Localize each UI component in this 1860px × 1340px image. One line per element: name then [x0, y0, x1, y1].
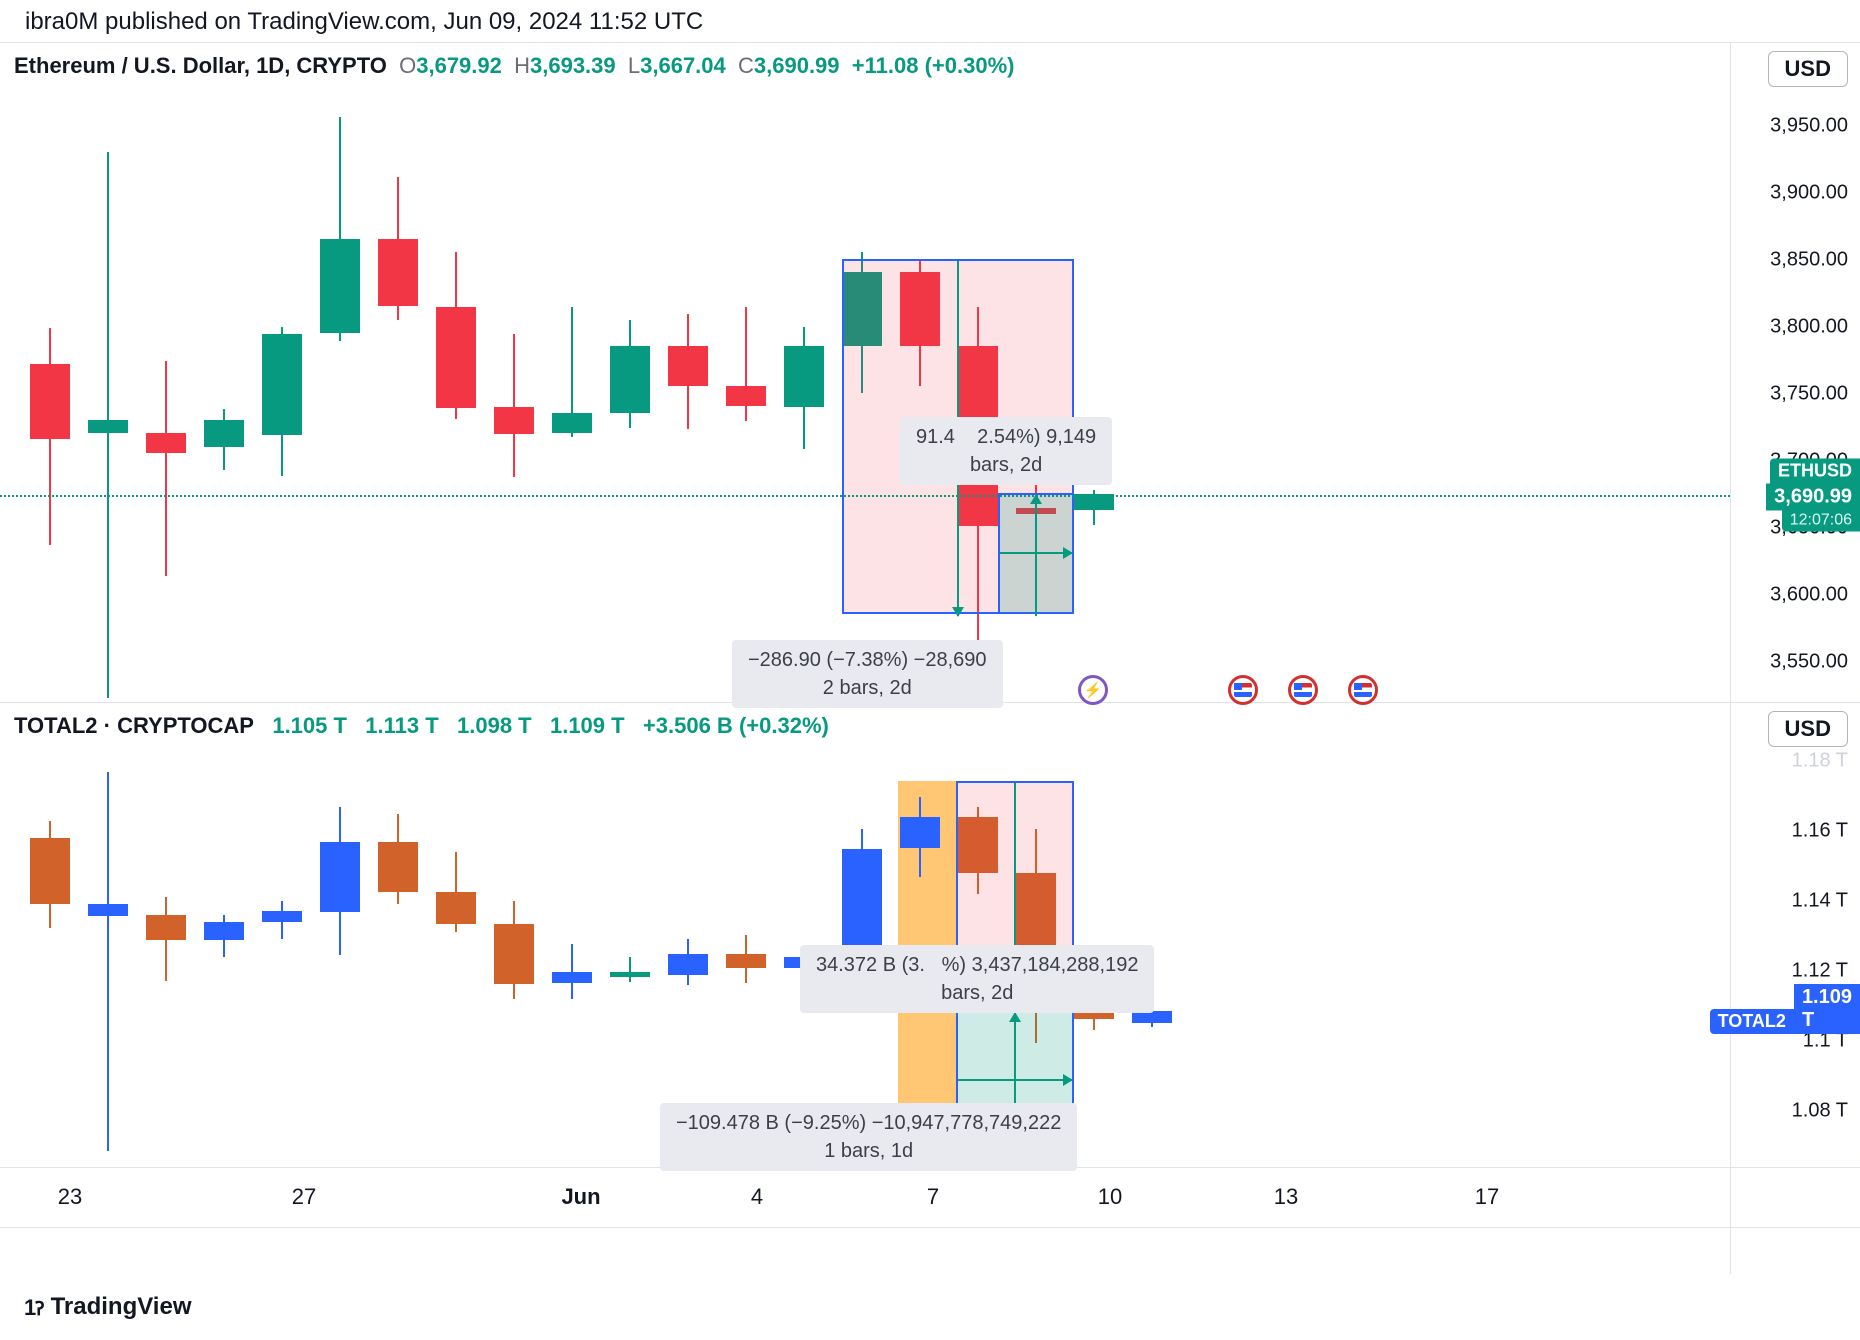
time-tick: 13	[1274, 1184, 1298, 1210]
axis-unit-button[interactable]: USD	[1768, 51, 1848, 87]
time-tick: 7	[927, 1184, 939, 1210]
current-price-line	[0, 495, 1730, 497]
price-tag-ethusd: ETHUSD 3,690.99 12:07:06	[1766, 459, 1860, 532]
ytick: 3,950.00	[1770, 115, 1848, 138]
ytick: 3,850.00	[1770, 249, 1848, 272]
ytick: 1.18 T	[1792, 750, 1848, 773]
legend-total2: TOTAL2 · CRYPTOCAP 1.105 T 1.113 T 1.098…	[14, 713, 829, 739]
ytick: 3,900.00	[1770, 182, 1848, 205]
measure-box-target[interactable]	[998, 493, 1074, 614]
ytick: 3,600.00	[1770, 584, 1848, 607]
time-axis[interactable]: 23 27 Jun 4 7 10 13 17	[0, 1168, 1730, 1228]
chart-canvas-bot[interactable]: 34.372 B (3. %) 3,437,184,288,192 bars, …	[0, 749, 1730, 1167]
brand-footer: 1ॽ TradingView	[0, 1274, 1860, 1340]
ytick: 3,750.00	[1770, 383, 1848, 406]
price-axis-top[interactable]: USD 3,950.00 3,900.00 3,850.00 3,800.00 …	[1731, 43, 1860, 703]
tradingview-logo-icon: 1ॽ	[24, 1292, 43, 1322]
time-tick: Jun	[561, 1184, 600, 1210]
axis-unit-button[interactable]: USD	[1768, 711, 1848, 747]
chart-canvas-top[interactable]: 91.4 2.54%) 9,149 bars, 2d −286.90 (−7.3…	[0, 89, 1730, 702]
measure-label-bot-bot: −109.478 B (−9.25%) −10,947,778,749,222 …	[660, 1103, 1077, 1171]
publish-info: ibra0M published on TradingView.com, Jun…	[0, 0, 1860, 42]
event-flag-icon[interactable]	[1228, 675, 1258, 705]
ytick: 1.08 T	[1792, 1100, 1848, 1123]
measure-label-top: 91.4 2.54%) 9,149 bars, 2d	[900, 417, 1112, 485]
time-tick: 17	[1475, 1184, 1499, 1210]
event-flag-icon[interactable]	[1288, 675, 1318, 705]
time-tick: 27	[292, 1184, 316, 1210]
measure-label-bot: −286.90 (−7.38%) −28,690 2 bars, 2d	[732, 640, 1003, 708]
ytick: 3,800.00	[1770, 316, 1848, 339]
event-lightning-icon[interactable]: ⚡	[1078, 675, 1108, 705]
time-tick: 4	[751, 1184, 763, 1210]
time-tick: 23	[58, 1184, 82, 1210]
price-axis-bot[interactable]: USD 1.18 T 1.16 T 1.14 T 1.12 T 1.1 T 1.…	[1731, 703, 1860, 1168]
measure-label-top-bot: 34.372 B (3. %) 3,437,184,288,192 bars, …	[800, 945, 1154, 1013]
ytick: 1.16 T	[1792, 820, 1848, 843]
ytick: 1.12 T	[1792, 960, 1848, 983]
time-tick: 10	[1098, 1184, 1122, 1210]
chart-pane-ethusd[interactable]: Ethereum / U.S. Dollar, 1D, CRYPTO O3,67…	[0, 43, 1730, 703]
price-tag-total2: TOTAL2 1.109 T	[1710, 984, 1860, 1034]
legend-ethusd: Ethereum / U.S. Dollar, 1D, CRYPTO O3,67…	[14, 53, 1014, 79]
axis-settings[interactable]	[1731, 1168, 1860, 1228]
chart-pane-total2[interactable]: TOTAL2 · CRYPTOCAP 1.105 T 1.113 T 1.098…	[0, 703, 1730, 1168]
ytick: 3,550.00	[1770, 651, 1848, 674]
ytick: 1.14 T	[1792, 890, 1848, 913]
event-flag-icon[interactable]	[1348, 675, 1378, 705]
